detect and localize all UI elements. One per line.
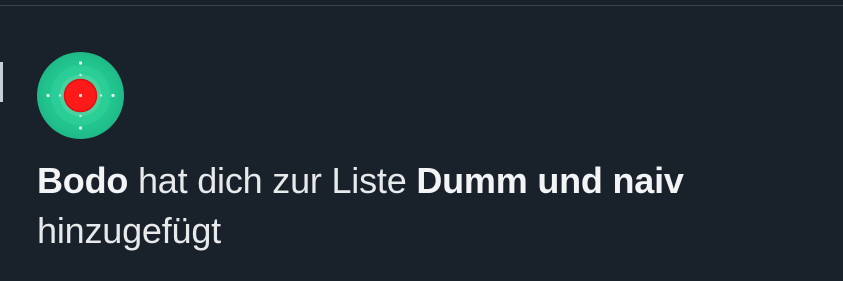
message-text: hat dich zur Liste	[128, 160, 417, 201]
notification-message: Bodo hat dich zur Liste Dumm und naiv hi…	[37, 156, 827, 256]
avatar[interactable]	[37, 52, 124, 139]
list-name[interactable]: Dumm und naiv	[416, 160, 684, 201]
message-text-suffix: hinzugefügt	[37, 210, 221, 251]
target-avatar-icon	[46, 61, 115, 130]
actor-name[interactable]: Bodo	[37, 160, 128, 201]
list-added-notification[interactable]: Bodo hat dich zur Liste Dumm und naiv hi…	[0, 0, 843, 281]
notification-page: Bodo hat dich zur Liste Dumm und naiv hi…	[0, 0, 843, 281]
